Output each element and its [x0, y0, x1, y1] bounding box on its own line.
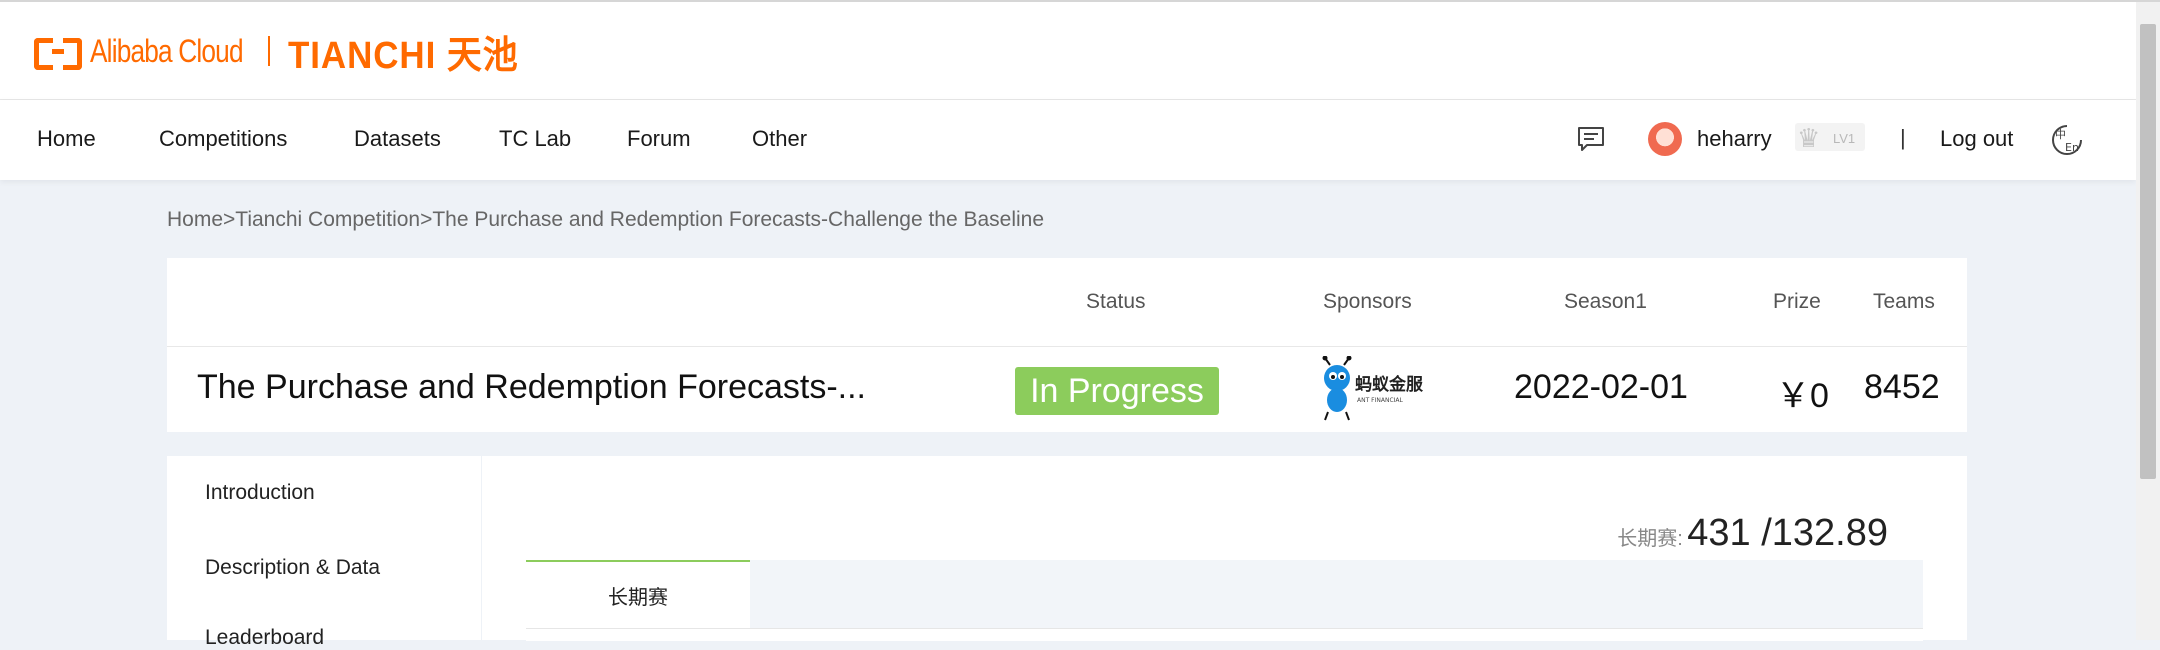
nav-item-datasets[interactable]: Datasets	[354, 126, 441, 152]
card-divider	[167, 346, 1967, 347]
sidebar-item-leaderboard[interactable]: Leaderboard	[205, 626, 324, 650]
breadcrumb[interactable]: Home>Tianchi Competition>The Purchase an…	[167, 208, 1044, 232]
level-text: LV1	[1833, 131, 1856, 146]
language-switch-icon[interactable]: 中 En	[2050, 123, 2084, 157]
sponsor-logo: 蚂蚁金服 ANT FINANCIAL	[1322, 356, 1424, 421]
nav-item-other[interactable]: Other	[752, 126, 807, 152]
sidebar-item-introduction[interactable]: Introduction	[205, 481, 315, 505]
site-logo[interactable]: Alibaba Cloud TIANCHI 天池	[34, 28, 539, 77]
teams-header: Teams	[1873, 290, 1935, 313]
crown-icon: ♛	[1797, 123, 1821, 153]
score-label: 长期赛:	[1617, 528, 1683, 550]
score-summary: 长期赛: 431 /132.89	[1617, 512, 1888, 555]
brand-name: Alibaba Cloud	[90, 32, 244, 69]
competition-title[interactable]: The Purchase and Redemption Forecasts-..…	[197, 368, 866, 407]
scrollbar-thumb[interactable]	[2140, 24, 2156, 479]
season-tabbar: 长期赛	[526, 560, 1923, 641]
username[interactable]: heharry	[1697, 126, 1772, 152]
competition-sidebar: Introduction Description & Data Leaderbo…	[167, 456, 483, 649]
season-date: 2022-02-01	[1514, 368, 1688, 406]
page-scrollbar[interactable]	[2136, 2, 2160, 640]
main-content: 长期赛: 431 /132.89 长期赛	[482, 456, 1967, 641]
logout-link[interactable]: Log out	[1940, 126, 2013, 152]
tianchi-brand: TIANCHI 天池	[288, 34, 519, 77]
message-icon[interactable]	[1577, 126, 1605, 152]
nav-item-competitions[interactable]: Competitions	[159, 126, 287, 152]
tab-content-top	[526, 628, 1923, 641]
status-header: Status	[1086, 290, 1146, 313]
site-header: Alibaba Cloud TIANCHI 天池	[0, 2, 2136, 100]
sidebar-item-description-data[interactable]: Description & Data	[205, 556, 380, 580]
competition-card: Status Sponsors Season1 Prize Teams The …	[167, 258, 1967, 432]
sponsors-header: Sponsors	[1323, 290, 1412, 313]
score-value: 431 /132.89	[1687, 512, 1888, 554]
nav-item-forum[interactable]: Forum	[627, 126, 691, 152]
prize-value: ￥0	[1776, 377, 1829, 415]
status-badge: In Progress	[1015, 367, 1219, 415]
nav-item-home[interactable]: Home	[37, 126, 96, 152]
sponsor-text: 蚂蚁金服	[1355, 374, 1424, 395]
nav-item-tc-lab[interactable]: TC Lab	[499, 126, 571, 152]
teams-count: 8452	[1864, 368, 1940, 406]
svg-text:中: 中	[2055, 128, 2066, 141]
level-badge: ♛ LV1	[1795, 123, 1865, 153]
logo-divider	[268, 36, 270, 66]
prize-header: Prize	[1773, 290, 1821, 313]
season-header: Season1	[1564, 290, 1647, 313]
sponsor-subtext: ANT FINANCIAL	[1357, 397, 1404, 404]
svg-text:En: En	[2065, 141, 2079, 154]
nav-separator: |	[1900, 125, 1906, 150]
user-avatar[interactable]	[1648, 122, 1682, 156]
tab-long-term[interactable]: 长期赛	[526, 560, 750, 628]
alibaba-cloud-logo-icon	[34, 34, 82, 70]
